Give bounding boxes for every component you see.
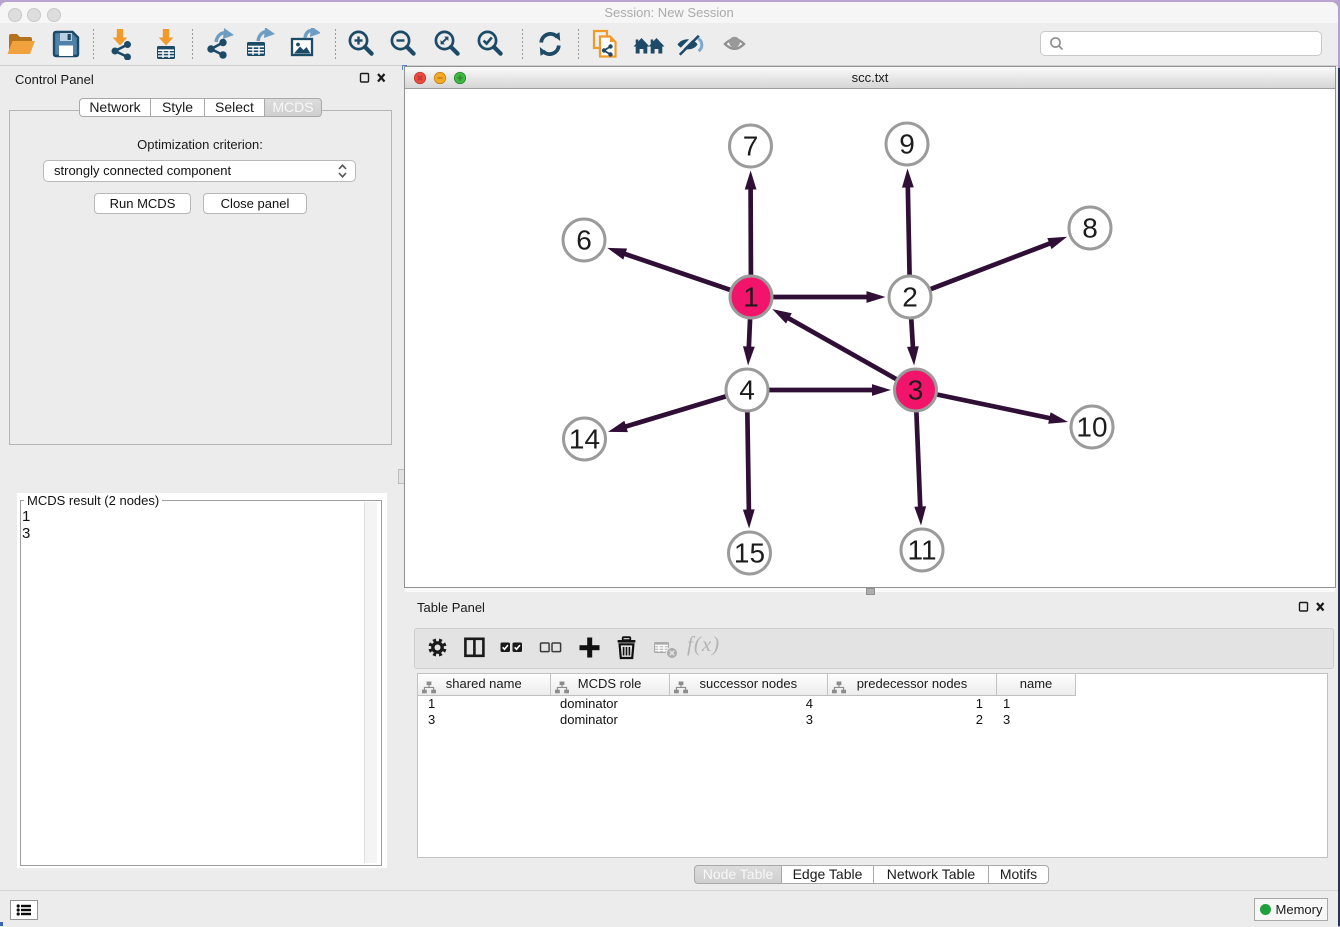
svg-text:2: 2 [902,282,918,313]
svg-text:8: 8 [1082,213,1098,244]
svg-text:14: 14 [569,424,600,455]
svg-text:3: 3 [908,375,924,406]
svg-text:6: 6 [576,225,592,256]
svg-text:1: 1 [743,282,759,313]
svg-text:4: 4 [739,375,755,406]
svg-text:11: 11 [907,535,936,566]
svg-text:9: 9 [899,129,915,160]
svg-text:15: 15 [734,538,765,569]
svg-text:10: 10 [1076,412,1107,443]
svg-text:7: 7 [743,131,759,162]
